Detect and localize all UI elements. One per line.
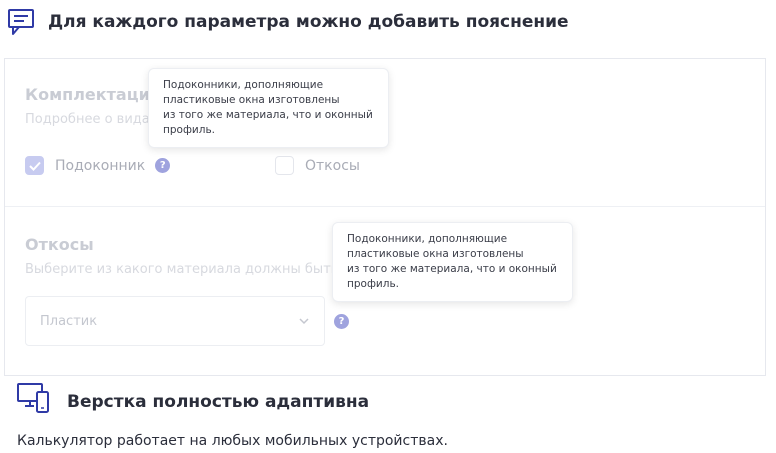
tooltip-line: из того же материала, что и оконный: [163, 109, 373, 121]
tooltip-line: профиль.: [347, 278, 399, 290]
divider: [5, 206, 765, 207]
windowsill-label: Подоконник: [55, 157, 146, 174]
slopes-label: Откосы: [305, 157, 360, 174]
feature-text: Калькулятор работает на любых мобильных …: [17, 433, 448, 449]
page-title: Для каждого параметра можно добавить поя…: [48, 12, 569, 32]
chevron-down-icon: [299, 318, 309, 325]
section-title-equipment: Комплектация: [25, 85, 161, 104]
section-subtitle-slopes: Выберите из какого материала должны быть: [25, 262, 339, 277]
tooltip-slopes: Подоконники, дополняющие пластиковые окн…: [332, 222, 573, 302]
tooltip-line: пластиковые окна изготовлены: [347, 248, 524, 260]
feature-title: Верстка полностью адаптивна: [67, 392, 370, 412]
help-icon[interactable]: ?: [334, 314, 349, 329]
comment-icon: [8, 9, 34, 35]
help-icon[interactable]: ?: [155, 158, 171, 173]
section-subtitle-equipment: Подробнее о вида: [25, 112, 150, 127]
checkmark-icon: [28, 161, 41, 171]
windowsill-checkbox[interactable]: [25, 156, 44, 175]
option-slopes[interactable]: Откосы: [275, 156, 360, 175]
tooltip-line: Подоконники, дополняющие: [347, 233, 508, 245]
option-windowsill[interactable]: Подоконник ?: [25, 156, 171, 175]
tooltip-line: из того же материала, что и оконный: [347, 263, 557, 275]
material-select[interactable]: Пластик: [25, 296, 325, 346]
section-title-slopes: Откосы: [25, 235, 94, 254]
select-value: Пластик: [40, 313, 98, 329]
tooltip-windowsill: Подоконники, дополняющие пластиковые окн…: [148, 68, 389, 148]
header: [6, 6, 36, 38]
tooltip-line: Подоконники, дополняющие: [163, 79, 324, 91]
tooltip-line: пластиковые окна изготовлены: [163, 94, 340, 106]
tooltip-line: профиль.: [163, 124, 215, 136]
devices-icon: [17, 383, 49, 413]
slopes-checkbox[interactable]: [275, 156, 294, 175]
